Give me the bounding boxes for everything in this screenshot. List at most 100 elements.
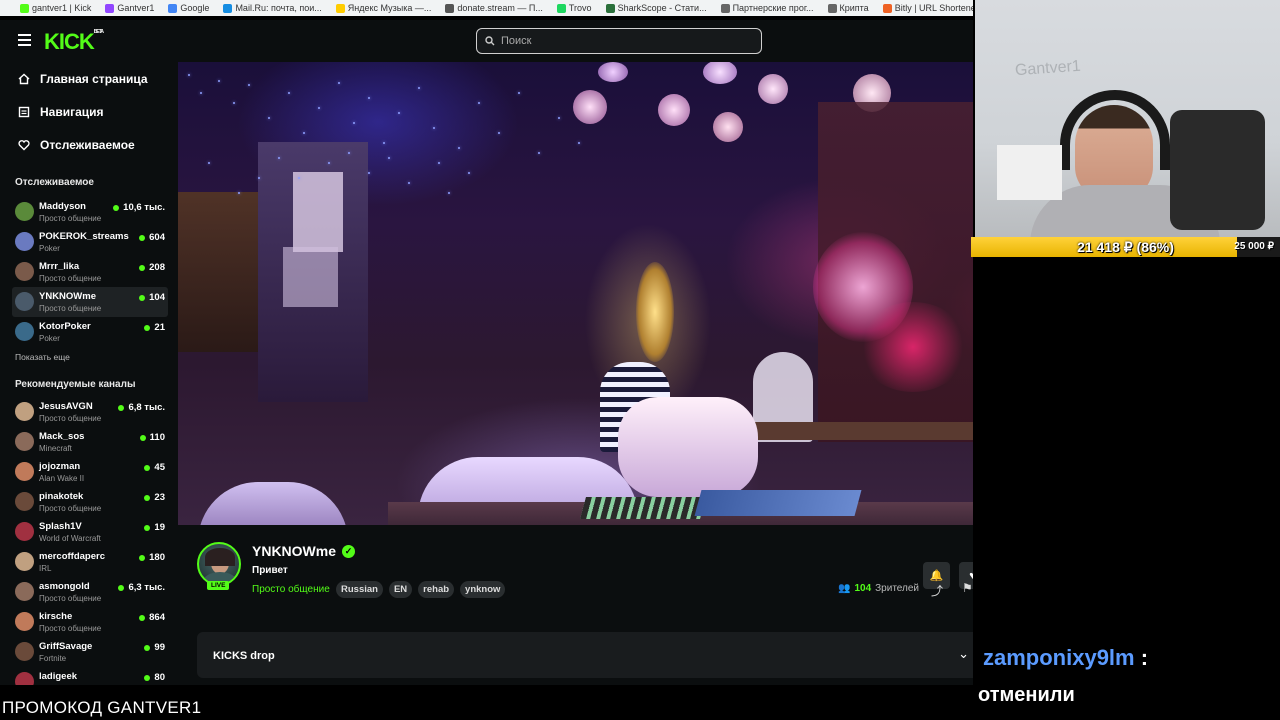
viewer-count: 864 bbox=[139, 612, 165, 623]
channel-category: Fortnite bbox=[39, 654, 67, 663]
bookmark-label: Mail.Ru: почта, пои... bbox=[235, 3, 322, 13]
sidebar-channel-mercoffdaperc[interactable]: mercoffdaperc IRL 180 bbox=[12, 547, 168, 577]
game-box bbox=[694, 490, 862, 516]
bookmark-item[interactable]: donate.stream — П... bbox=[445, 3, 543, 13]
bookmark-item[interactable]: gantver1 | Kick bbox=[20, 3, 91, 13]
viewers-icon: 👥 bbox=[838, 583, 851, 594]
live-badge: LIVE bbox=[207, 581, 230, 590]
fairy-light bbox=[558, 117, 560, 119]
bookmark-item[interactable]: Крипта bbox=[827, 3, 869, 13]
fairy-light bbox=[200, 92, 202, 94]
kicks-drop-panel[interactable]: KICKS drop ⌄ bbox=[197, 632, 973, 678]
viewer-count-text: 104 bbox=[149, 292, 165, 303]
chevron-down-icon[interactable]: ⌄ bbox=[958, 646, 969, 662]
live-dot-icon bbox=[144, 674, 151, 681]
sidebar-channel-mrrr_lika[interactable]: Mrrr_lika Просто общение 208 bbox=[12, 257, 168, 287]
fairy-light bbox=[268, 117, 270, 119]
kick-logo[interactable]: KICKBETA bbox=[44, 29, 104, 55]
video-player[interactable] bbox=[178, 62, 973, 525]
viewer-count: 604 bbox=[139, 232, 165, 243]
bookmark-item[interactable]: Партнерские прог... bbox=[720, 3, 814, 13]
avatar bbox=[15, 292, 34, 311]
bookmark-label: SharkScope - Стати... bbox=[617, 3, 707, 13]
sidebar-channel-pinakotek[interactable]: pinakotek Просто общение 23 bbox=[12, 487, 168, 517]
avatar bbox=[15, 582, 34, 601]
live-dot-icon bbox=[144, 524, 151, 531]
bookmark-label: Gantver1 bbox=[117, 3, 155, 13]
fairy-light bbox=[368, 172, 370, 174]
avatar bbox=[15, 232, 34, 251]
verified-icon: ✓ bbox=[342, 544, 356, 558]
stream-tag[interactable]: ynknow bbox=[460, 581, 506, 598]
channel-name: JesusAVGN bbox=[39, 401, 93, 412]
webcam-overlay: Gantver1 bbox=[975, 0, 1280, 237]
sidebar-channel-ladigeek[interactable]: ladigeek 80 bbox=[12, 667, 168, 685]
bookmark-item[interactable]: SharkScope - Стати... bbox=[605, 3, 707, 13]
avatar bbox=[15, 402, 34, 421]
sidebar-channel-kotorpoker[interactable]: KotorPoker Poker 21 bbox=[12, 317, 168, 347]
sidebar-channel-jojozman[interactable]: jojozman Alan Wake II 45 bbox=[12, 457, 168, 487]
sidebar-channel-griffsavage[interactable]: GriffSavage Fortnite 99 bbox=[12, 637, 168, 667]
search-input[interactable] bbox=[501, 35, 741, 47]
bookmark-item[interactable]: Mail.Ru: почта, пои... bbox=[223, 3, 322, 13]
sidebar-channel-kirsche[interactable]: kirsche Просто общение 864 bbox=[12, 607, 168, 637]
home-icon bbox=[18, 73, 30, 85]
chat-username-text: zamponixy9lm bbox=[983, 645, 1135, 670]
viewer-count: 208 bbox=[139, 262, 165, 273]
bookmark-item[interactable]: Google bbox=[168, 3, 209, 13]
nav-browse[interactable]: Навигация bbox=[18, 105, 104, 119]
kick-icon bbox=[20, 3, 29, 13]
sidebar-channel-ynknowme[interactable]: YNKNOWme Просто общение 104 bbox=[12, 287, 168, 317]
folder-icon bbox=[720, 3, 730, 13]
nav-following[interactable]: Отслеживаемое bbox=[18, 138, 135, 152]
stream-category[interactable]: Просто общение bbox=[252, 584, 330, 595]
kicks-drop-label: KICKS drop bbox=[213, 650, 275, 662]
search-box[interactable] bbox=[476, 28, 762, 54]
avatar bbox=[15, 522, 34, 541]
sidebar-channel-splash1v[interactable]: Splash1V World of Warcraft 19 bbox=[12, 517, 168, 547]
sidebar-channel-mack_sos[interactable]: Mack_sos Minecraft 110 bbox=[12, 427, 168, 457]
viewer-count-text: 6,3 тыс. bbox=[128, 582, 165, 593]
kick-app: KICKBETA Главная страница Навигация Отсл… bbox=[0, 20, 973, 685]
channel-name: ladigeek bbox=[39, 671, 78, 682]
fairy-light bbox=[478, 102, 480, 104]
fairy-light bbox=[448, 192, 450, 194]
viewer-count-text: 80 bbox=[154, 672, 165, 683]
sidebar-channel-asmongold[interactable]: asmongold Просто общение 6,3 тыс. bbox=[12, 577, 168, 607]
bookmark-label: Google bbox=[180, 3, 210, 13]
channel-name: KotorPoker bbox=[39, 321, 91, 332]
screen: gantver1 | Kick Gantver1 Google Mail.Ru: по… bbox=[0, 0, 1280, 720]
fairy-light bbox=[538, 152, 540, 154]
stream-tag[interactable]: rehab bbox=[418, 581, 455, 598]
bookmark-label: Партнерские прог... bbox=[732, 3, 814, 13]
bookmark-item[interactable]: Gantver1 bbox=[105, 3, 154, 13]
sidebar-channel-maddyson[interactable]: Maddyson Просто общение 10,6 тыс. bbox=[12, 197, 168, 227]
menu-icon[interactable] bbox=[18, 34, 31, 46]
show-more-link[interactable]: Показать еще bbox=[15, 352, 70, 362]
folder-icon bbox=[827, 3, 837, 13]
bookmark-item[interactable]: Trovo bbox=[556, 3, 592, 13]
channel-category: IRL bbox=[39, 564, 52, 573]
fairy-light bbox=[238, 192, 240, 194]
bookmark-item[interactable]: Яндекс Музыка —... bbox=[335, 3, 431, 13]
fairy-light bbox=[498, 132, 500, 134]
stream-tag[interactable]: EN bbox=[388, 581, 413, 598]
report-flag-icon[interactable]: ⚑ bbox=[962, 581, 973, 595]
viewer-count-text: 23 bbox=[154, 492, 165, 503]
channel-avatar[interactable] bbox=[197, 542, 241, 586]
fairy-light bbox=[418, 87, 420, 89]
fairy-light bbox=[233, 102, 235, 104]
bookmark-item[interactable]: Bitly | URL Shortene... bbox=[882, 3, 973, 13]
nav-home[interactable]: Главная страница bbox=[18, 72, 148, 86]
sidebar-channel-jesusavgn[interactable]: JesusAVGN Просто общение 6,8 тыс. bbox=[12, 397, 168, 427]
share-icon[interactable]: ⤴ bbox=[931, 582, 943, 599]
channel-name[interactable]: YNKNOWme bbox=[252, 543, 336, 559]
fairy-light bbox=[288, 92, 290, 94]
channel-info: LIVE YNKNOWme ✓ Привет Просто общение Ru… bbox=[178, 525, 973, 685]
avatar bbox=[15, 462, 34, 481]
viewer-count-text: 6,8 тыс. bbox=[128, 402, 165, 413]
chair bbox=[1170, 110, 1265, 230]
sidebar-channel-pokerok_streams[interactable]: POKEROK_streams Poker 604 bbox=[12, 227, 168, 257]
stream-tag[interactable]: Russian bbox=[336, 581, 383, 598]
channel-category: Просто общение bbox=[39, 274, 102, 283]
